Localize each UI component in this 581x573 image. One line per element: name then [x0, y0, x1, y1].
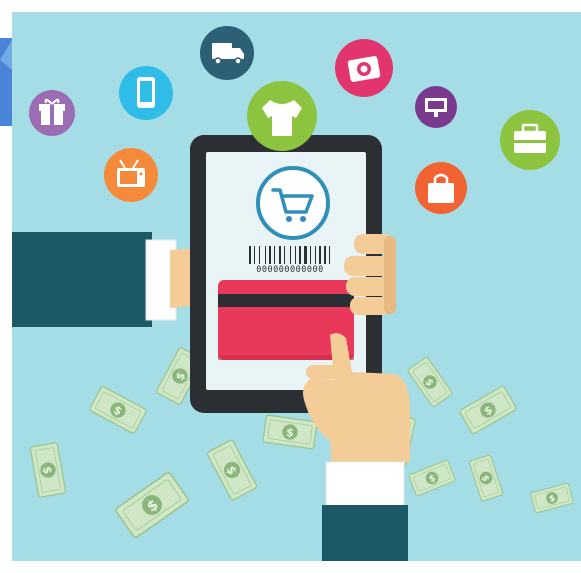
barcode-bar	[269, 246, 271, 264]
shopping-cart-icon	[256, 166, 330, 240]
barcode-bar	[310, 246, 311, 264]
barcode-bar	[319, 246, 321, 264]
barcode-bar	[315, 246, 316, 264]
smartphone-icon	[119, 66, 173, 120]
illustration-canvas: $ 000000000000	[0, 12, 581, 561]
gift-icon	[29, 90, 75, 136]
barcode-bar	[290, 246, 291, 264]
tv-icon	[104, 148, 158, 202]
barcode-bar	[274, 246, 275, 264]
barcode-bar	[295, 246, 296, 264]
barcode-bar	[254, 246, 255, 264]
barcode-bar	[265, 246, 266, 264]
barcode-bar	[299, 246, 301, 264]
truck-icon	[200, 26, 254, 80]
barcode-bar	[324, 246, 326, 264]
corner-fragment	[0, 38, 12, 126]
briefcase-icon	[500, 110, 560, 170]
shopping-bag-icon	[415, 162, 467, 214]
camera-icon	[335, 39, 393, 97]
left-arm	[12, 232, 205, 327]
monitor-icon	[415, 86, 457, 128]
barcode-bar	[304, 246, 307, 264]
ecommerce-illustration: $ 000000000000	[0, 0, 581, 573]
barcode-bar	[279, 246, 281, 264]
tshirt-icon	[247, 81, 317, 151]
barcode-bar	[259, 246, 260, 264]
barcode-bar	[249, 246, 251, 264]
barcode-bar	[329, 246, 330, 264]
barcode-number: 000000000000	[256, 265, 323, 275]
barcode-bar	[284, 246, 285, 264]
